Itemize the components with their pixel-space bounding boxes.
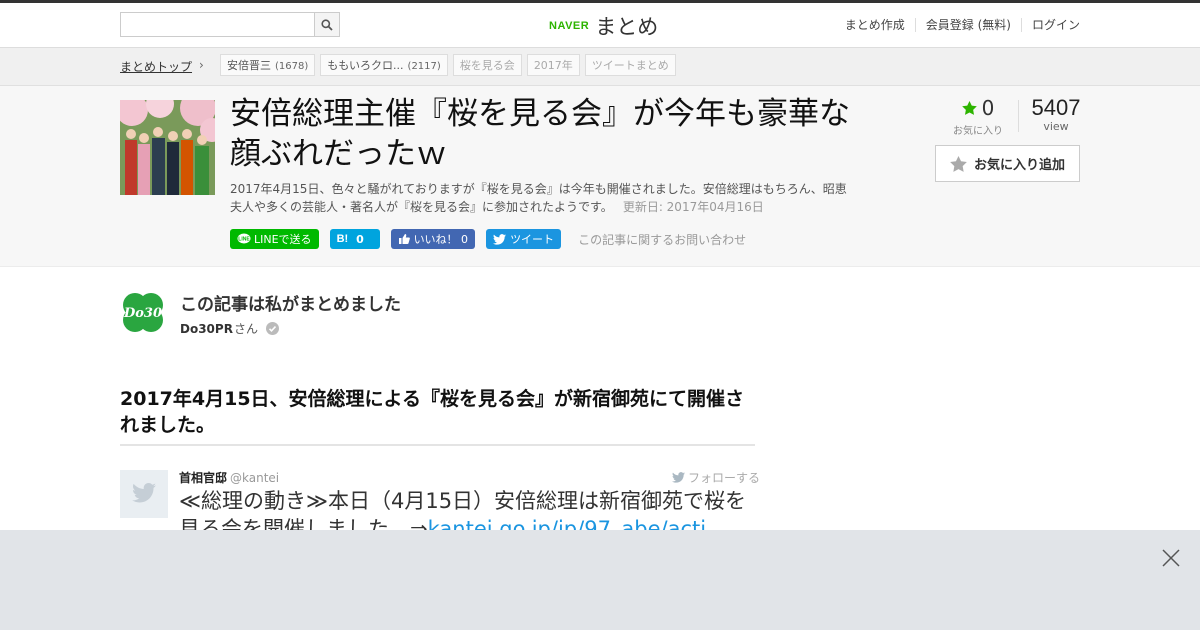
thumbs-up-icon xyxy=(398,234,410,244)
svg-text:LINE: LINE xyxy=(238,237,250,243)
tag-label: ももいろクロ... xyxy=(327,59,404,72)
close-icon[interactable] xyxy=(1162,549,1180,567)
article-thumbnail[interactable] xyxy=(120,100,215,195)
tag-count: (2117) xyxy=(407,61,441,72)
twitter-bird-icon xyxy=(132,483,156,503)
updated-date: 更新日: 2017年04月16日 xyxy=(622,200,764,214)
view-label: view xyxy=(1043,120,1069,133)
tag-item[interactable]: 桜を見る会 xyxy=(452,54,522,76)
verified-check-icon xyxy=(265,322,279,335)
header-nav: まとめ作成 会員登録 (無料) ログイン xyxy=(835,18,1080,32)
view-counter: 5407 view xyxy=(1024,95,1088,133)
favorites-count: 0 xyxy=(981,96,995,120)
login-link[interactable]: ログイン xyxy=(1020,18,1080,32)
breadcrumb-home-link[interactable]: まとめトップ xyxy=(120,58,192,75)
tag-list: 安倍晋三 (1678) ももいろクロ... (2117) 桜を見る会 2017年 ツ… xyxy=(220,54,681,76)
search-icon xyxy=(321,19,333,31)
author-logo-text: Do30 xyxy=(123,306,162,321)
stats-divider xyxy=(1018,100,1019,132)
tweet-avatar[interactable] xyxy=(120,470,168,518)
hatena-count: 0 xyxy=(356,232,364,246)
author-heading: この記事は私がまとめました xyxy=(180,295,401,315)
line-icon: LINE xyxy=(237,233,251,244)
author-suffix: さん xyxy=(233,322,258,336)
tag-item[interactable]: ツイートまとめ xyxy=(584,54,676,76)
tweet-button-label: ツイート xyxy=(510,233,555,246)
star-icon xyxy=(961,101,977,115)
chevron-right-icon: › xyxy=(199,58,204,72)
article-description: 2017年4月15日、色々と騒がれておりますが『桜を見る会』は今年も開催されまし… xyxy=(230,180,850,216)
star-icon xyxy=(950,155,967,172)
line-share-button[interactable]: LINE LINEで送る xyxy=(230,229,319,249)
create-matome-link[interactable]: まとめ作成 xyxy=(835,18,915,32)
line-share-label: LINEで送る xyxy=(254,233,312,246)
tag-label: 桜を見る会 xyxy=(459,59,515,72)
view-count: 5407 xyxy=(1031,95,1081,120)
matome-logo-text: まとめ xyxy=(595,15,659,39)
tweet-author-name: 首相官邸 xyxy=(179,471,228,485)
twitter-bird-icon xyxy=(672,472,685,483)
follow-label: フォローする xyxy=(688,471,761,485)
article-header: 安倍総理主催『桜を見る会』が今年も豪華な顔ぶれだったｗ 2017年4月15日、色… xyxy=(0,86,1200,267)
tag-label: 安倍晋三 xyxy=(227,59,271,72)
search-input[interactable] xyxy=(120,12,338,37)
favorites-counter: 0 お気に入り xyxy=(950,96,1006,137)
tag-count: (1678) xyxy=(275,61,309,72)
add-favorite-label: お気に入り追加 xyxy=(973,158,1065,173)
facebook-like-label: いいね！ 0 xyxy=(413,233,469,246)
hatena-bookmark-button[interactable]: B! 0 xyxy=(329,229,380,249)
favorites-label: お気に入り xyxy=(953,126,1003,137)
follow-button[interactable]: フォローする xyxy=(672,469,760,486)
tag-item[interactable]: 2017年 xyxy=(526,54,580,76)
site-header: NAVER まとめ まとめ作成 会員登録 (無料) ログイン xyxy=(0,3,1200,48)
hatena-b-icon: B! xyxy=(336,233,349,245)
breadcrumb: まとめトップ › 安倍晋三 (1678) ももいろクロ... (2117) 桜を見る… xyxy=(0,48,1200,86)
author-avatar[interactable]: Do30 xyxy=(120,290,166,336)
facebook-like-button[interactable]: いいね！ 0 xyxy=(390,229,476,249)
naver-logo-text: NAVER xyxy=(549,20,590,32)
share-bar: LINE LINEで送る B! 0 いいね！ 0 ツイート この記事に関するお問… xyxy=(230,229,746,249)
tag-item[interactable]: ももいろクロ... (2117) xyxy=(320,54,448,76)
tag-label: 2017年 xyxy=(533,59,573,72)
tag-label: ツイートまとめ xyxy=(591,59,669,72)
tag-item[interactable]: 安倍晋三 (1678) xyxy=(220,54,316,76)
add-favorite-button[interactable]: お気に入り追加 xyxy=(935,145,1080,182)
tweet-handle: @kantei xyxy=(230,471,280,485)
author-info: Do30PR さん xyxy=(180,320,279,337)
article-title: 安倍総理主催『桜を見る会』が今年も豪華な顔ぶれだったｗ xyxy=(230,96,850,172)
author-name[interactable]: Do30PR xyxy=(180,322,233,336)
tweet-author[interactable]: 首相官邸 @kantei xyxy=(179,469,279,486)
section-heading: 2017年4月15日、安倍総理による『桜を見る会』が新宿御苑にて開催されました。 xyxy=(120,386,755,446)
twitter-bird-icon xyxy=(493,233,507,245)
ad-overlay xyxy=(0,530,1200,630)
search-button[interactable] xyxy=(314,12,340,37)
register-link[interactable]: 会員登録 (無料) xyxy=(914,18,1021,32)
contact-link[interactable]: この記事に関するお問い合わせ xyxy=(578,231,746,248)
tweet-button[interactable]: ツイート xyxy=(486,229,562,249)
site-logo[interactable]: NAVER まとめ xyxy=(549,13,658,39)
